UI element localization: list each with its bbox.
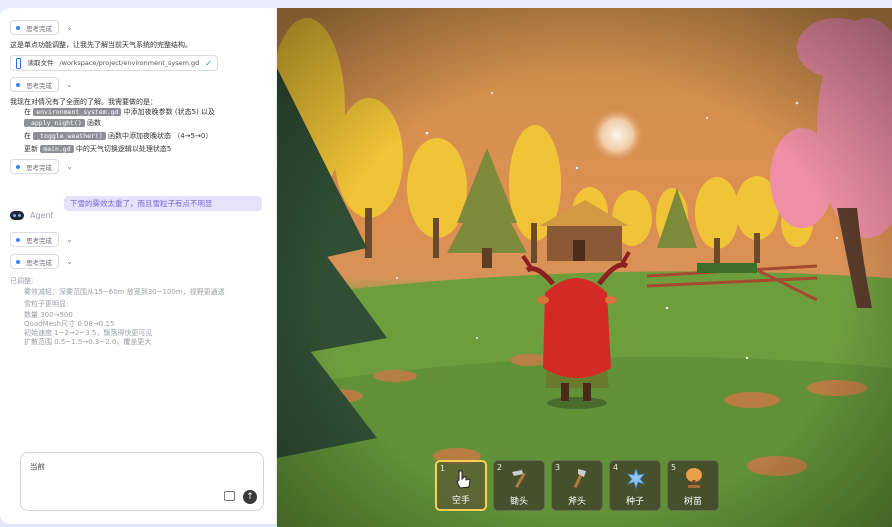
- file-path: /workspace/project/environment_sysem.gd: [59, 58, 200, 67]
- status-dot-icon: [16, 259, 20, 264]
- thinking-pill[interactable]: 思考完成: [10, 20, 59, 35]
- step-text: 中添加夜晚参数 (状态5) 以及: [123, 108, 216, 116]
- hotbar-slot-3[interactable]: 3 斧头: [551, 460, 603, 511]
- file-read-row: 读取文件 /workspace/project/environment_syse…: [10, 55, 268, 71]
- file-read-chip[interactable]: 读取文件 /workspace/project/environment_syse…: [10, 55, 218, 71]
- adjust-line: QuadMesh尺寸 0.08→0.15: [24, 320, 115, 328]
- slot-number: 1: [440, 464, 446, 473]
- status-dot-icon: [16, 82, 20, 87]
- thinking-pill[interactable]: 思考完成: [10, 159, 59, 174]
- game-viewport[interactable]: 1 空手 2 锄头 3 斧头 4 种子 5 树苗: [277, 8, 892, 527]
- hotbar-slot-5[interactable]: 5 树苗: [667, 460, 719, 511]
- code-span: environment_system.gd: [33, 108, 122, 116]
- slot-label: 锄头: [509, 497, 528, 507]
- vignette: [277, 8, 892, 527]
- sapling-icon: [686, 468, 702, 488]
- slot-number: 3: [555, 463, 561, 472]
- image-attach-icon[interactable]: [224, 491, 235, 501]
- file-icon: [16, 57, 22, 69]
- hand-icon: [456, 470, 471, 489]
- step-text: 中的天气切换逻辑以处理状态5: [75, 145, 172, 153]
- message-text: 我现在对情况有了全面的了解。我需要做的是：: [10, 98, 157, 106]
- chevron-down-icon[interactable]: ⌄: [65, 235, 74, 244]
- check-icon: ✓: [205, 58, 212, 68]
- step-text: 在: [24, 132, 31, 140]
- send-button[interactable]: ↑: [243, 490, 257, 504]
- thinking-status[interactable]: 思考完成 ⌄: [10, 77, 268, 92]
- thinking-label: 思考完成: [26, 163, 52, 172]
- chevron-down-icon[interactable]: ⌄: [65, 80, 74, 89]
- slot-label: 空手: [451, 496, 470, 506]
- slot-label: 种子: [625, 497, 644, 507]
- step-text: 函数中添加夜晚状态 （4→5→0）: [108, 132, 213, 140]
- agent-avatar-icon: [10, 211, 24, 220]
- chevron-down-icon[interactable]: ⌄: [65, 257, 74, 266]
- adjust-line: 雪粒子更明显:: [24, 300, 69, 308]
- agent-header: Agent: [10, 211, 268, 220]
- plan-step-2: 在 _toggle_weather() 函数中添加夜晚状态 （4→5→0）: [24, 132, 268, 141]
- game-scene: [277, 8, 892, 527]
- plan-step-3: 更新 main.gd 中的天气切换逻辑以处理状态5: [24, 145, 268, 154]
- thinking-status[interactable]: 思考完成 ⌄: [10, 159, 268, 174]
- message-text: 这是单点功能调整，让我先了解当前天气系统的完整结构。: [10, 41, 192, 49]
- plan-step-1b: _apply_night() 函数: [24, 119, 268, 128]
- code-span: _toggle_weather(): [33, 132, 106, 140]
- thinking-label: 思考完成: [26, 258, 52, 267]
- app-frame: 思考完成 ⌄ 这是单点功能调整，让我先了解当前天气系统的完整结构。 读取文件 /…: [0, 0, 892, 527]
- slot-number: 2: [497, 463, 503, 472]
- status-dot-icon: [16, 164, 20, 169]
- user-message-bubble: 下雪的雾效太重了，而且雪粒子有点不明显: [64, 196, 262, 211]
- slot-number: 4: [613, 463, 619, 472]
- thinking-pill[interactable]: 思考完成: [10, 77, 59, 92]
- hotbar-slot-4[interactable]: 4 种子: [609, 460, 661, 511]
- code-span: _apply_night(): [24, 119, 85, 127]
- status-dot-icon: [16, 237, 20, 242]
- hotbar-slot-2[interactable]: 2 锄头: [493, 460, 545, 511]
- adjust-line: 雾效减轻：深雾范围从15~60m 放宽到30~100m，视野更通透: [24, 288, 225, 296]
- agent-name: Agent: [30, 211, 54, 220]
- thinking-label: 思考完成: [26, 81, 52, 90]
- file-action-label: 读取文件: [27, 58, 54, 67]
- step-text: 更新: [24, 145, 38, 153]
- code-span: main.gd: [40, 145, 74, 153]
- adjust-line: 初始速度 1~2→2~3.5，飘落得快更可见: [24, 329, 153, 337]
- seed-icon: [626, 467, 646, 490]
- slot-label: 树苗: [683, 497, 702, 507]
- slot-label: 斧头: [567, 497, 586, 507]
- adjust-line: 扩散范围 0.5~1.5→0.3~2.0，覆盖更大: [24, 338, 152, 346]
- hoe-icon: [512, 470, 526, 488]
- thinking-status[interactable]: 思考完成 ⌄: [10, 232, 268, 247]
- step-text: 函数: [87, 119, 102, 127]
- chevron-down-icon[interactable]: ⌄: [65, 162, 74, 171]
- plan-step-1: 在 environment_system.gd 中添加夜晚参数 (状态5) 以及: [24, 108, 268, 117]
- chat-input-box[interactable]: 当前 ↑: [20, 452, 264, 511]
- hotbar: 1 空手 2 锄头 3 斧头 4 种子 5 树苗: [435, 460, 719, 511]
- thinking-label: 思考完成: [26, 236, 52, 245]
- chevron-down-icon[interactable]: ⌄: [65, 23, 74, 32]
- thinking-status[interactable]: 思考完成 ⌄: [10, 254, 268, 269]
- chat-input[interactable]: 当前: [30, 461, 45, 472]
- thinking-pill[interactable]: 思考完成: [10, 232, 59, 247]
- thinking-status[interactable]: 思考完成 ⌄: [10, 20, 268, 35]
- adjust-title: 已调整:: [10, 277, 34, 285]
- thinking-pill[interactable]: 思考完成: [10, 254, 59, 269]
- adjust-line: 数量 300→500: [24, 311, 73, 319]
- status-dot-icon: [16, 25, 20, 30]
- slot-number: 5: [671, 463, 677, 472]
- hotbar-slot-1[interactable]: 1 空手: [435, 460, 487, 511]
- axe-icon: [573, 469, 586, 489]
- chat-panel: 思考完成 ⌄ 这是单点功能调整，让我先了解当前天气系统的完整结构。 读取文件 /…: [0, 8, 276, 524]
- step-text: 在: [24, 108, 31, 116]
- thinking-label: 思考完成: [26, 24, 52, 33]
